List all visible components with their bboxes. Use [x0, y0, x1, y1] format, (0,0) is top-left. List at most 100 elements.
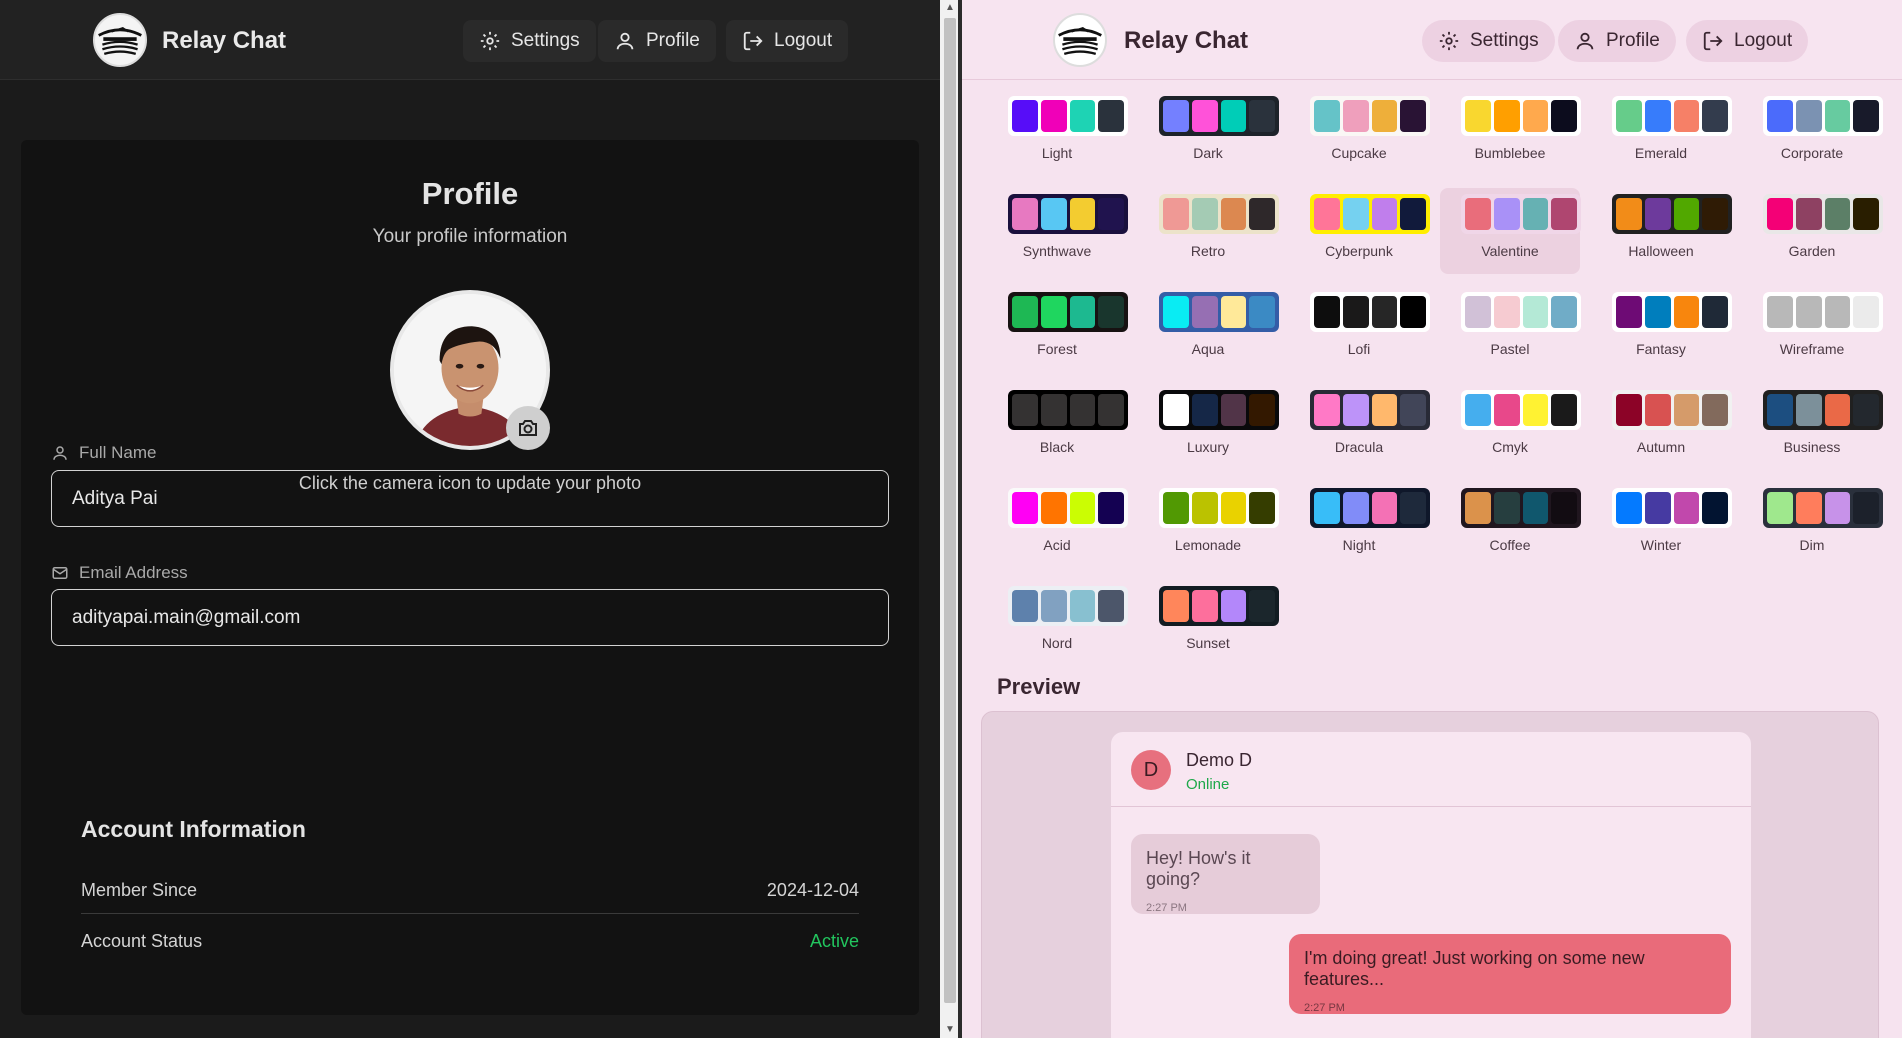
theme-option-cyberpunk[interactable]: Cyberpunk: [1289, 188, 1430, 274]
color-swatch: [1314, 394, 1340, 426]
color-swatch: [1371, 394, 1398, 426]
color-swatch: [1400, 100, 1426, 132]
app-logo[interactable]: [1053, 13, 1107, 67]
color-swatch: [1098, 394, 1124, 426]
theme-option-bumblebee[interactable]: Bumblebee: [1440, 90, 1581, 176]
user-icon: [1576, 32, 1594, 50]
color-swatch: [1040, 590, 1067, 622]
theme-option-lofi[interactable]: Lofi: [1289, 286, 1430, 372]
theme-option-pastel[interactable]: Pastel: [1440, 286, 1581, 372]
theme-name: Lofi: [1347, 341, 1371, 357]
logout-button[interactable]: Logout: [1686, 20, 1809, 62]
change-photo-button[interactable]: [506, 406, 550, 450]
theme-option-lemonade[interactable]: Lemonade: [1138, 482, 1279, 568]
theme-option-coffee[interactable]: Coffee: [1440, 482, 1581, 568]
theme-option-business[interactable]: Business: [1742, 384, 1883, 470]
theme-option-autumn[interactable]: Autumn: [1591, 384, 1732, 470]
scrollbar-thumb[interactable]: [944, 18, 956, 1003]
color-swatch: [1069, 198, 1096, 230]
color-swatch: [1702, 492, 1728, 524]
theme-swatches: [1310, 390, 1430, 430]
theme-swatches: [1008, 586, 1128, 626]
contact-status: Online: [1186, 776, 1230, 793]
color-swatch: [1191, 492, 1218, 524]
color-swatch: [1040, 198, 1067, 230]
theme-option-black[interactable]: Black: [987, 384, 1128, 470]
color-swatch: [1824, 198, 1851, 230]
color-swatch: [1824, 492, 1851, 524]
theme-option-dim[interactable]: Dim: [1742, 482, 1883, 568]
color-swatch: [1853, 492, 1879, 524]
outgoing-message-text: I'm doing great! Just working on some ne…: [1304, 948, 1645, 989]
color-swatch: [1163, 296, 1189, 328]
theme-option-fantasy[interactable]: Fantasy: [1591, 286, 1732, 372]
theme-option-winter[interactable]: Winter: [1591, 482, 1732, 568]
theme-option-wireframe[interactable]: Wireframe: [1742, 286, 1883, 372]
app-logo[interactable]: [93, 13, 147, 67]
logout-label: Logout: [774, 30, 833, 51]
theme-option-garden[interactable]: Garden: [1742, 188, 1883, 274]
email-field[interactable]: adityapai.main@gmail.com: [51, 589, 889, 646]
theme-option-cmyk[interactable]: Cmyk: [1440, 384, 1581, 470]
email-label-text: Email Address: [79, 563, 188, 582]
theme-option-acid[interactable]: Acid: [987, 482, 1128, 568]
account-status-label: Account Status: [81, 931, 203, 951]
theme-swatches: [1310, 96, 1430, 136]
logout-button[interactable]: Logout: [726, 20, 849, 62]
theme-option-synthwave[interactable]: Synthwave: [987, 188, 1128, 274]
color-swatch: [1342, 492, 1369, 524]
color-swatch: [1163, 590, 1189, 622]
theme-swatches: [1763, 194, 1883, 234]
full-name-field[interactable]: Aditya Pai: [51, 470, 889, 527]
profile-button[interactable]: Profile: [598, 20, 716, 62]
theme-swatches: [1159, 390, 1279, 430]
theme-swatches: [1763, 488, 1883, 528]
theme-option-emerald[interactable]: Emerald: [1591, 90, 1732, 176]
theme-option-dracula[interactable]: Dracula: [1289, 384, 1430, 470]
color-swatch: [1551, 100, 1577, 132]
theme-name: Dracula: [1334, 439, 1384, 455]
profile-label: Profile: [1606, 30, 1660, 51]
theme-option-halloween[interactable]: Halloween: [1591, 188, 1732, 274]
preview-title: Preview: [997, 674, 1081, 699]
theme-option-forest[interactable]: Forest: [987, 286, 1128, 372]
theme-option-valentine[interactable]: Valentine: [1440, 188, 1581, 274]
theme-option-nord[interactable]: Nord: [987, 580, 1128, 666]
color-swatch: [1191, 100, 1218, 132]
theme-option-light[interactable]: Light: [987, 90, 1128, 176]
full-name-label: Full Name: [51, 443, 156, 463]
theme-option-dark[interactable]: Dark: [1138, 90, 1279, 176]
settings-button[interactable]: Settings: [463, 20, 596, 62]
color-swatch: [1522, 198, 1549, 230]
color-swatch: [1249, 394, 1275, 426]
color-swatch: [1220, 492, 1247, 524]
outgoing-message-time: 2:27 PM: [1304, 1002, 1345, 1014]
color-swatch: [1098, 198, 1124, 230]
color-swatch: [1400, 394, 1426, 426]
color-swatch: [1314, 492, 1340, 524]
settings-button[interactable]: Settings: [1422, 20, 1555, 62]
theme-name: Valentine: [1481, 243, 1539, 259]
profile-window: Relay Chat Settings Profile Logout Profi…: [0, 0, 940, 1038]
scroll-down-arrow[interactable]: ▼: [945, 1025, 955, 1035]
color-swatch: [1069, 296, 1096, 328]
incoming-message-text: Hey! How's it going?: [1146, 848, 1251, 889]
theme-option-sunset[interactable]: Sunset: [1138, 580, 1279, 666]
theme-option-aqua[interactable]: Aqua: [1138, 286, 1279, 372]
theme-option-retro[interactable]: Retro: [1138, 188, 1279, 274]
chat-preview: D Demo D Online Hey! How's it going? 2:2…: [1111, 732, 1751, 1038]
color-swatch: [1551, 296, 1577, 328]
color-swatch: [1012, 296, 1038, 328]
theme-option-corporate[interactable]: Corporate: [1742, 90, 1883, 176]
color-swatch: [1191, 394, 1218, 426]
theme-option-luxury[interactable]: Luxury: [1138, 384, 1279, 470]
scrollbar[interactable]: ▲ ▼: [940, 0, 960, 1038]
theme-option-cupcake[interactable]: Cupcake: [1289, 90, 1430, 176]
theme-swatches: [1461, 96, 1581, 136]
theme-swatches: [1008, 96, 1128, 136]
scroll-up-arrow[interactable]: ▲: [945, 3, 955, 13]
color-swatch: [1342, 296, 1369, 328]
theme-option-night[interactable]: Night: [1289, 482, 1430, 568]
profile-button[interactable]: Profile: [1558, 20, 1676, 62]
theme-swatches: [1612, 390, 1732, 430]
